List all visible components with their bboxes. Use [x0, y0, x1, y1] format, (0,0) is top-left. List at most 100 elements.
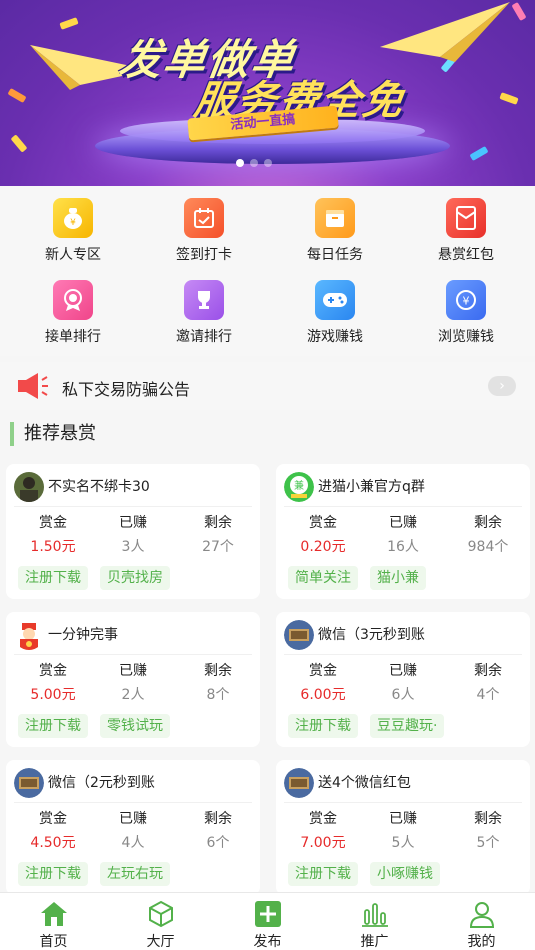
app-tag[interactable]: 豆豆趣玩·: [370, 714, 445, 738]
grid-item-checkin[interactable]: 签到打卡: [154, 198, 254, 264]
money-bag-icon: ¥: [53, 198, 93, 238]
earned-value: 5人: [391, 835, 415, 851]
carousel-dot[interactable]: [264, 159, 272, 167]
divider: [284, 506, 522, 507]
anti-fraud-notice[interactable]: 私下交易防骗公告 ›: [0, 362, 535, 410]
cube-icon: [147, 900, 175, 928]
earned-value: 3人: [121, 539, 145, 555]
bottom-tab-bar: 首页 大厅 发布 推广 我的: [0, 892, 535, 950]
tab-publish[interactable]: 发布: [214, 893, 321, 950]
category-tag[interactable]: 注册下载: [288, 862, 358, 886]
reward-value: 4.50元: [30, 835, 76, 851]
divider: [14, 802, 252, 803]
tab-label: 我的: [467, 934, 496, 950]
reward-card[interactable]: 微信（2元秒到账 赏金 4.50元 已赚 4人 剩余 6个 注册下载 左玩右玩: [6, 760, 260, 895]
confetti-decoration: [10, 134, 28, 153]
card-title: 进猫小兼官方q群: [318, 479, 425, 495]
notice-text: 私下交易防骗公告: [62, 380, 191, 399]
tab-hall[interactable]: 大厅: [107, 893, 214, 950]
reward-column: 赏金 1.50元: [18, 512, 88, 556]
app-tag[interactable]: 零钱试玩: [100, 714, 170, 738]
grid-item-label: 接单排行: [45, 329, 101, 345]
tag-row: 注册下载 左玩右玩: [18, 862, 170, 886]
category-tag[interactable]: 注册下载: [18, 566, 88, 590]
earned-value: 2人: [121, 687, 145, 703]
reward-value: 5.00元: [30, 687, 76, 703]
card-title: 微信（2元秒到账: [48, 775, 155, 791]
reward-card[interactable]: 送4个微信红包 赏金 7.00元 已赚 5人 剩余 5个 注册下载 小啄赚钱: [276, 760, 530, 895]
reward-card[interactable]: 不实名不绑卡30 赏金 1.50元 已赚 3人 剩余 27个 注册下载 贝壳找房: [6, 464, 260, 599]
remaining-value: 6个: [206, 835, 230, 851]
trophy-icon: [184, 280, 224, 320]
grid-item-invite-rank[interactable]: 邀请排行: [154, 280, 254, 346]
card-title: 一分钟完事: [48, 627, 118, 643]
reward-column: 赏金 6.00元: [288, 660, 358, 704]
reward-card[interactable]: 一分钟完事 赏金 5.00元 已赚 2人 剩余 8个 注册下载 零钱试玩: [6, 612, 260, 747]
category-tag[interactable]: 注册下载: [288, 714, 358, 738]
reward-column: 赏金 5.00元: [18, 660, 88, 704]
reward-card[interactable]: 微信（3元秒到账 赏金 6.00元 已赚 6人 剩余 4个 注册下载 豆豆趣玩·: [276, 612, 530, 747]
grid-item-game-earn[interactable]: 游戏赚钱: [285, 280, 385, 346]
confetti-decoration: [469, 145, 489, 162]
grid-item-red-envelope[interactable]: 悬赏红包: [416, 198, 516, 264]
avatar: [14, 768, 44, 798]
tag-row: 简单关注 猫小兼: [288, 566, 426, 590]
earned-label: 已赚: [389, 811, 417, 827]
avatar: 兼: [284, 472, 314, 502]
tab-home[interactable]: 首页: [0, 893, 107, 950]
grid-item-daily-task[interactable]: 每日任务: [285, 198, 385, 264]
gamepad-icon: [315, 280, 355, 320]
chevron-right-icon[interactable]: ›: [488, 376, 516, 396]
carousel-indicator[interactable]: [236, 159, 272, 167]
remaining-label: 剩余: [204, 663, 232, 679]
avatar: [14, 472, 44, 502]
section-title: 推荐悬赏: [10, 422, 96, 446]
app-tag[interactable]: 猫小兼: [370, 566, 426, 590]
category-tag[interactable]: 注册下载: [18, 714, 88, 738]
tab-promote[interactable]: 推广: [321, 893, 428, 950]
earned-label: 已赚: [119, 663, 147, 679]
grid-item-label: 邀请排行: [176, 329, 232, 345]
promo-banner[interactable]: 发单做单 服务费全免 活动一直搞: [0, 0, 535, 186]
svg-text:兼: 兼: [294, 479, 304, 492]
earned-value: 16人: [387, 539, 419, 555]
earned-column: 已赚 5人: [368, 808, 438, 852]
remaining-value: 4个: [476, 687, 500, 703]
divider: [14, 506, 252, 507]
reward-card[interactable]: 兼 进猫小兼官方q群赏金 0.20元 已赚 16人 剩余 984个简单关注 猫小兼: [276, 464, 530, 599]
category-tag[interactable]: 注册下载: [18, 862, 88, 886]
reward-column: 赏金 0.20元: [288, 512, 358, 556]
remaining-column: 剩余 984个: [453, 512, 523, 556]
carousel-dot-active[interactable]: [236, 159, 244, 167]
category-tag[interactable]: 简单关注: [288, 566, 358, 590]
app-tag[interactable]: 左玩右玩: [100, 862, 170, 886]
red-envelope-icon: [446, 198, 486, 238]
bar-chart-icon: [361, 900, 389, 928]
app-tag[interactable]: 贝壳找房: [100, 566, 170, 590]
grid-item-label: 浏览赚钱: [438, 329, 494, 345]
grid-item-label: 每日任务: [307, 247, 363, 263]
reward-value: 0.20元: [300, 539, 346, 555]
paper-plane-decoration: [380, 2, 510, 62]
reward-column: 赏金 7.00元: [288, 808, 358, 852]
remaining-column: 剩余 27个: [183, 512, 253, 556]
svg-text:¥: ¥: [70, 218, 76, 228]
earned-column: 已赚 16人: [368, 512, 438, 556]
grid-item-newcomer[interactable]: ¥ 新人专区: [23, 198, 123, 264]
tab-mine[interactable]: 我的: [428, 893, 535, 950]
task-box-icon: [315, 198, 355, 238]
remaining-label: 剩余: [474, 811, 502, 827]
carousel-dot[interactable]: [250, 159, 258, 167]
earned-label: 已赚: [119, 515, 147, 531]
earned-column: 已赚 2人: [98, 660, 168, 704]
app-tag[interactable]: 小啄赚钱: [370, 862, 440, 886]
tab-label: 首页: [39, 934, 68, 950]
grid-item-browse-earn[interactable]: ¥ 浏览赚钱: [416, 280, 516, 346]
user-icon: [468, 900, 496, 928]
tab-label: 发布: [253, 934, 282, 950]
avatar: [284, 620, 314, 650]
quick-entry-grid: ¥ 新人专区 签到打卡 每日任务 悬赏红包 接单排行 邀请排行 游戏赚钱 ¥ 浏…: [0, 186, 535, 356]
remaining-value: 984个: [467, 539, 509, 555]
grid-item-order-rank[interactable]: 接单排行: [23, 280, 123, 346]
tab-label: 推广: [360, 934, 389, 950]
